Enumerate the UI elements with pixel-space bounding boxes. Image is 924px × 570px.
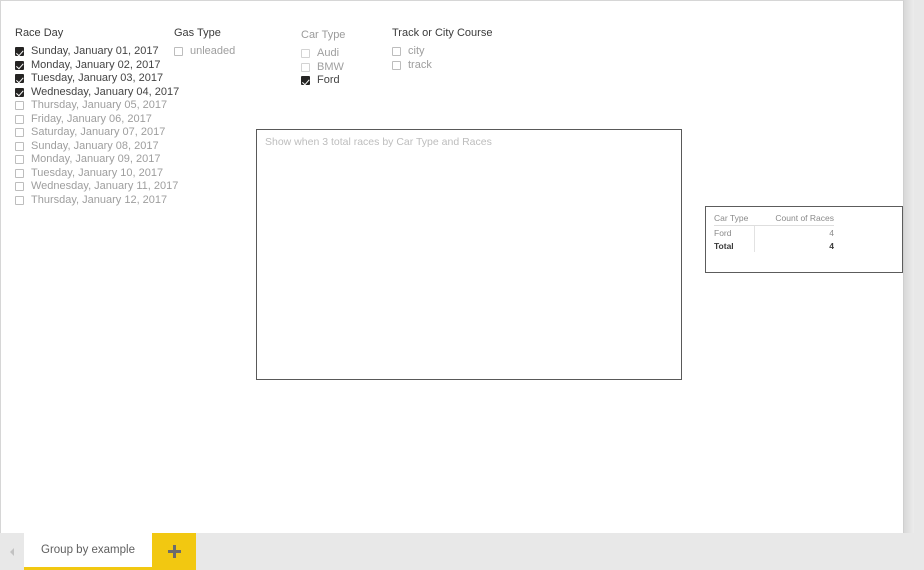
slicer-item-car-type-2[interactable]: Ford [301,74,345,88]
page-tab-group-by-example[interactable]: Group by example [24,533,152,570]
slicer-items-track-or-city-course: city track [392,45,492,72]
slicer-item-track-0[interactable]: city [392,45,492,59]
checkbox-checked-icon[interactable] [15,47,24,57]
slicer-item-race-day-0[interactable]: Sunday, January 01, 2017 [15,45,179,59]
slicer-gas-type[interactable]: Gas Type unleaded [174,27,235,59]
slicer-item-label: Sunday, January 01, 2017 [31,45,159,58]
plus-icon [167,545,181,558]
text-box-visual[interactable]: Show when 3 total races by Car Type and … [256,129,682,380]
checkbox-unchecked-icon[interactable] [15,128,24,138]
checkbox-checked-icon[interactable] [301,76,310,86]
checkbox-unchecked-icon[interactable] [15,195,24,205]
slicer-item-track-1[interactable]: track [392,59,492,73]
slicer-item-race-day-5[interactable]: Friday, January 06, 2017 [15,113,179,127]
checkbox-unchecked-icon[interactable] [15,114,24,124]
slicer-item-race-day-11[interactable]: Thursday, January 12, 2017 [15,194,179,208]
page-tab-label: Group by example [41,544,135,556]
slicer-items-car-type: Audi BMW Ford [301,47,345,88]
table-cell-car-type: Ford [714,228,732,238]
slicer-title-gas-type: Gas Type [174,27,221,39]
slicer-item-label: unleaded [190,45,236,58]
table-grid: Car Type Count of Races Ford 4 Total 4 [714,213,834,252]
slicer-item-label: Saturday, January 07, 2017 [31,126,166,139]
slicer-items-race-day: Sunday, January 01, 2017 Monday, January… [15,45,179,207]
slicer-race-day[interactable]: Race Day Sunday, January 01, 2017 Monday… [15,27,179,207]
page-tab-bar: Group by example [0,533,924,570]
slicer-item-label: Thursday, January 12, 2017 [31,193,168,206]
report-canvas[interactable]: Race Day Sunday, January 01, 2017 Monday… [0,0,904,533]
checkbox-unchecked-icon[interactable] [15,182,24,192]
power-bi-report-view: Race Day Sunday, January 01, 2017 Monday… [0,0,924,570]
text-box-placeholder: Show when 3 total races by Car Type and … [265,136,492,148]
slicer-item-car-type-1[interactable]: BMW [301,61,345,75]
checkbox-unchecked-icon[interactable] [15,101,24,111]
slicer-item-label: Friday, January 06, 2017 [31,112,152,125]
slicer-track-or-city-course[interactable]: Track or City Course city track [392,27,492,72]
table-column-header-car-type[interactable]: Car Type [714,213,754,226]
checkbox-unchecked-icon[interactable] [301,62,310,72]
slicer-item-label: Ford [317,74,340,87]
slicer-item-race-day-6[interactable]: Saturday, January 07, 2017 [15,126,179,140]
table-cell-total-count: 4 [753,239,834,252]
add-page-button[interactable] [152,533,196,570]
checkbox-unchecked-icon[interactable] [174,47,183,57]
slicer-item-label: Wednesday, January 11, 2017 [31,180,179,193]
checkbox-unchecked-icon[interactable] [15,168,24,178]
checkbox-checked-icon[interactable] [15,87,24,97]
slicer-item-label: Tuesday, January 10, 2017 [31,166,164,179]
slicer-item-label: Thursday, January 05, 2017 [31,99,168,112]
slicer-item-label: BMW [317,60,344,73]
slicer-item-race-day-9[interactable]: Tuesday, January 10, 2017 [15,167,179,181]
slicer-item-label: Monday, January 09, 2017 [31,153,161,166]
table-cell-total-label: Total [714,241,734,251]
checkbox-unchecked-icon[interactable] [15,141,24,151]
canvas-right-edge [904,0,914,533]
slicer-item-race-day-2[interactable]: Tuesday, January 03, 2017 [15,72,179,86]
table-visual[interactable]: Car Type Count of Races Ford 4 Total 4 [705,206,903,273]
checkbox-checked-icon[interactable] [15,74,24,84]
table-header-row: Car Type Count of Races [714,213,834,226]
slicer-item-label: city [408,45,425,58]
slicer-item-label: Sunday, January 08, 2017 [31,139,159,152]
slicer-item-race-day-7[interactable]: Sunday, January 08, 2017 [15,140,179,154]
slicer-item-gas-type-0[interactable]: unleaded [174,45,235,59]
slicer-items-gas-type: unleaded [174,45,235,59]
slicer-title-car-type: Car Type [301,29,346,41]
slicer-item-race-day-4[interactable]: Thursday, January 05, 2017 [15,99,179,113]
slicer-item-car-type-0[interactable]: Audi [301,47,345,61]
slicer-title-race-day: Race Day [15,27,64,39]
slicer-title-track-or-city-course: Track or City Course [392,27,493,39]
slicer-item-label: Audi [317,47,340,60]
table-row[interactable]: Ford 4 [714,225,834,239]
checkbox-checked-icon[interactable] [15,60,24,70]
chevron-left-icon[interactable] [0,533,24,570]
slicer-item-race-day-3[interactable]: Wednesday, January 04, 2017 [15,86,179,100]
table-total-row: Total 4 [714,239,834,252]
slicer-item-label: Wednesday, January 04, 2017 [31,85,180,98]
slicer-item-label: Tuesday, January 03, 2017 [31,72,164,85]
checkbox-unchecked-icon[interactable] [392,60,401,70]
slicer-car-type[interactable]: Car Type Audi BMW Ford [301,29,345,88]
slicer-item-label: Monday, January 02, 2017 [31,58,161,71]
table-cell-count: 4 [753,225,834,239]
slicer-item-race-day-1[interactable]: Monday, January 02, 2017 [15,59,179,73]
checkbox-unchecked-icon[interactable] [301,49,310,59]
slicer-item-race-day-8[interactable]: Monday, January 09, 2017 [15,153,179,167]
slicer-item-race-day-10[interactable]: Wednesday, January 11, 2017 [15,180,179,194]
table-column-header-count-of-races[interactable]: Count of Races [754,213,834,226]
checkbox-unchecked-icon[interactable] [392,47,401,57]
checkbox-unchecked-icon[interactable] [15,155,24,165]
slicer-item-label: track [408,58,432,71]
